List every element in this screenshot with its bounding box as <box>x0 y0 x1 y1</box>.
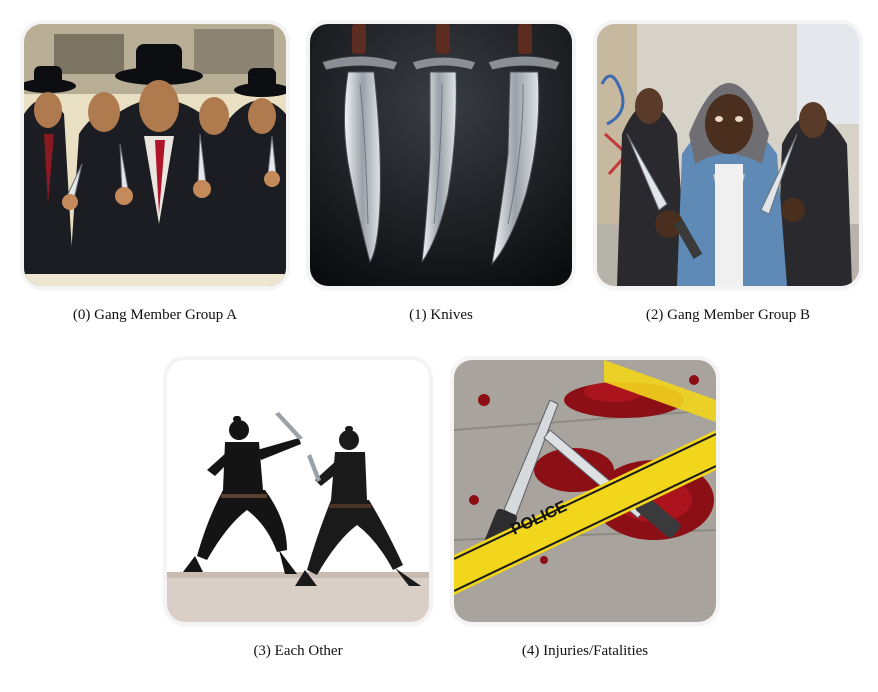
image-gang-member-group-a <box>24 24 286 286</box>
caption-injuries-fatalities: (4) Injuries/Fatalities <box>521 643 649 659</box>
image-injuries-fatalities: POLICE <box>454 360 716 622</box>
caption-knives: (1) Knives <box>409 307 473 323</box>
caption-each-other: (3) Each Other <box>253 643 343 659</box>
image-each-other <box>167 360 429 622</box>
image-knives <box>310 24 572 286</box>
caption-gang-member-group-b: (2) Gang Member Group B <box>645 307 811 323</box>
image-gang-member-group-b <box>597 24 859 286</box>
caption-gang-member-group-a: (0) Gang Member Group A <box>72 307 238 323</box>
